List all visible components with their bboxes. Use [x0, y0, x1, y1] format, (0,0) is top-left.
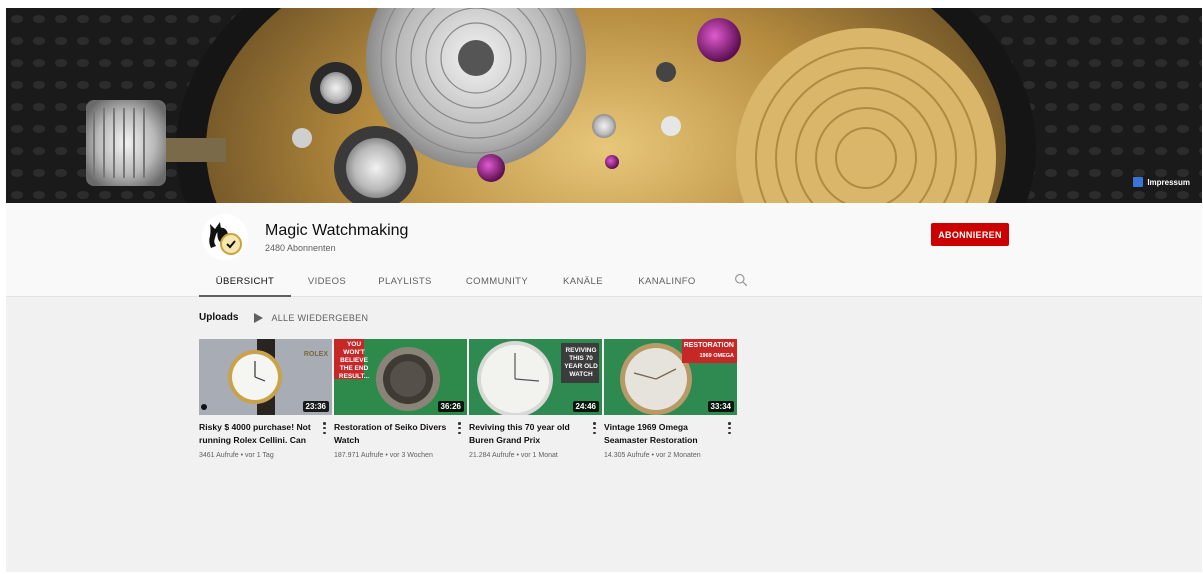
more-options-icon[interactable]	[593, 422, 596, 434]
channel-tabs: ÜBERSICHT VIDEOS PLAYLISTS COMMUNITY KAN…	[199, 266, 748, 297]
uploads-shelf: ROLEX 23:36 Risky $ 4000 purchase! Not r…	[199, 339, 737, 459]
video-meta: 21.284 Aufrufe • vor 1 Monat	[469, 452, 558, 459]
youtube-channel-page: Impressum Magic Watchmaking 2480 Abonnen…	[6, 8, 1202, 572]
thumbnail-overlay-text: RESTORATION	[683, 342, 734, 349]
video-meta: 3461 Aufrufe • vor 1 Tag	[199, 452, 274, 459]
video-duration: 33:34	[707, 401, 734, 412]
video-duration: 23:36	[302, 401, 329, 412]
video-card[interactable]: RESTORATION 1969 OMEGA 33:34 Vintage 196…	[604, 339, 737, 459]
tab-community[interactable]: COMMUNITY	[447, 266, 547, 297]
banner-watch-movement-image	[6, 8, 1202, 203]
thumbnail-overlay-text: ROLEX	[303, 351, 328, 358]
subscribe-button[interactable]: ABONNIEREN	[931, 223, 1009, 246]
impressum-link[interactable]: Impressum	[1133, 177, 1190, 187]
tab-playlists[interactable]: PLAYLISTS	[363, 266, 447, 297]
video-title[interactable]: Reviving this 70 year old Buren Grand Pr…	[469, 421, 587, 447]
thumbnail-overlay-text: REVIVING THIS 70 YEAR OLD WATCH	[564, 347, 598, 378]
thumbnail-overlay-subtext: 1969 OMEGA	[699, 353, 734, 359]
play-icon	[254, 312, 264, 323]
channel-banner: Impressum	[6, 8, 1202, 203]
tab-overview[interactable]: ÜBERSICHT	[199, 266, 291, 297]
video-title[interactable]: Vintage 1969 Omega Seamaster Restoration	[604, 421, 722, 447]
cat-watch-logo-icon	[202, 214, 248, 260]
video-card[interactable]: YOU WON'T BELIEVE THE END RESULT... 36:2…	[334, 339, 467, 459]
tab-about[interactable]: KANALINFO	[619, 266, 715, 297]
more-options-icon[interactable]	[728, 422, 731, 434]
channel-avatar[interactable]	[202, 214, 248, 260]
impressum-label: Impressum	[1147, 177, 1190, 187]
video-meta: 14.305 Aufrufe • vor 2 Monaten	[604, 452, 701, 459]
thumbnail-overlay-text: YOU WON'T BELIEVE THE END RESULT...	[338, 341, 370, 380]
video-thumbnail[interactable]: REVIVING THIS 70 YEAR OLD WATCH 24:46	[469, 339, 602, 415]
tab-channels[interactable]: KANÄLE	[547, 266, 619, 297]
impressum-icon	[1133, 177, 1144, 187]
video-title[interactable]: Restoration of Seiko Divers Watch	[334, 421, 452, 447]
more-options-icon[interactable]	[458, 422, 461, 434]
video-card[interactable]: REVIVING THIS 70 YEAR OLD WATCH 24:46 Re…	[469, 339, 602, 459]
video-thumbnail[interactable]: RESTORATION 1969 OMEGA 33:34	[604, 339, 737, 415]
video-duration: 24:46	[572, 401, 599, 412]
play-all-label: ALLE WIEDERGEBEN	[271, 312, 369, 323]
video-meta: 187.971 Aufrufe • vor 3 Wochen	[334, 452, 433, 459]
video-duration: 36:26	[437, 401, 464, 412]
uploads-section-header: Uploads ALLE WIEDERGEBEN	[199, 312, 368, 323]
video-thumbnail[interactable]: YOU WON'T BELIEVE THE END RESULT... 36:2…	[334, 339, 467, 415]
tab-videos[interactable]: VIDEOS	[291, 266, 363, 297]
channel-header: Magic Watchmaking 2480 Abonnenten ABONNI…	[6, 203, 1202, 297]
more-options-icon[interactable]	[323, 422, 326, 434]
video-card[interactable]: ROLEX 23:36 Risky $ 4000 purchase! Not r…	[199, 339, 332, 459]
video-thumbnail[interactable]: ROLEX 23:36	[199, 339, 332, 415]
uploads-title[interactable]: Uploads	[199, 312, 238, 323]
play-all-button[interactable]: ALLE WIEDERGEBEN	[254, 312, 369, 323]
search-icon[interactable]	[734, 273, 748, 287]
subscriber-count: 2480 Abonnenten	[265, 243, 336, 253]
video-title[interactable]: Risky $ 4000 purchase! Not running Rolex…	[199, 421, 317, 447]
channel-name[interactable]: Magic Watchmaking	[265, 222, 408, 240]
